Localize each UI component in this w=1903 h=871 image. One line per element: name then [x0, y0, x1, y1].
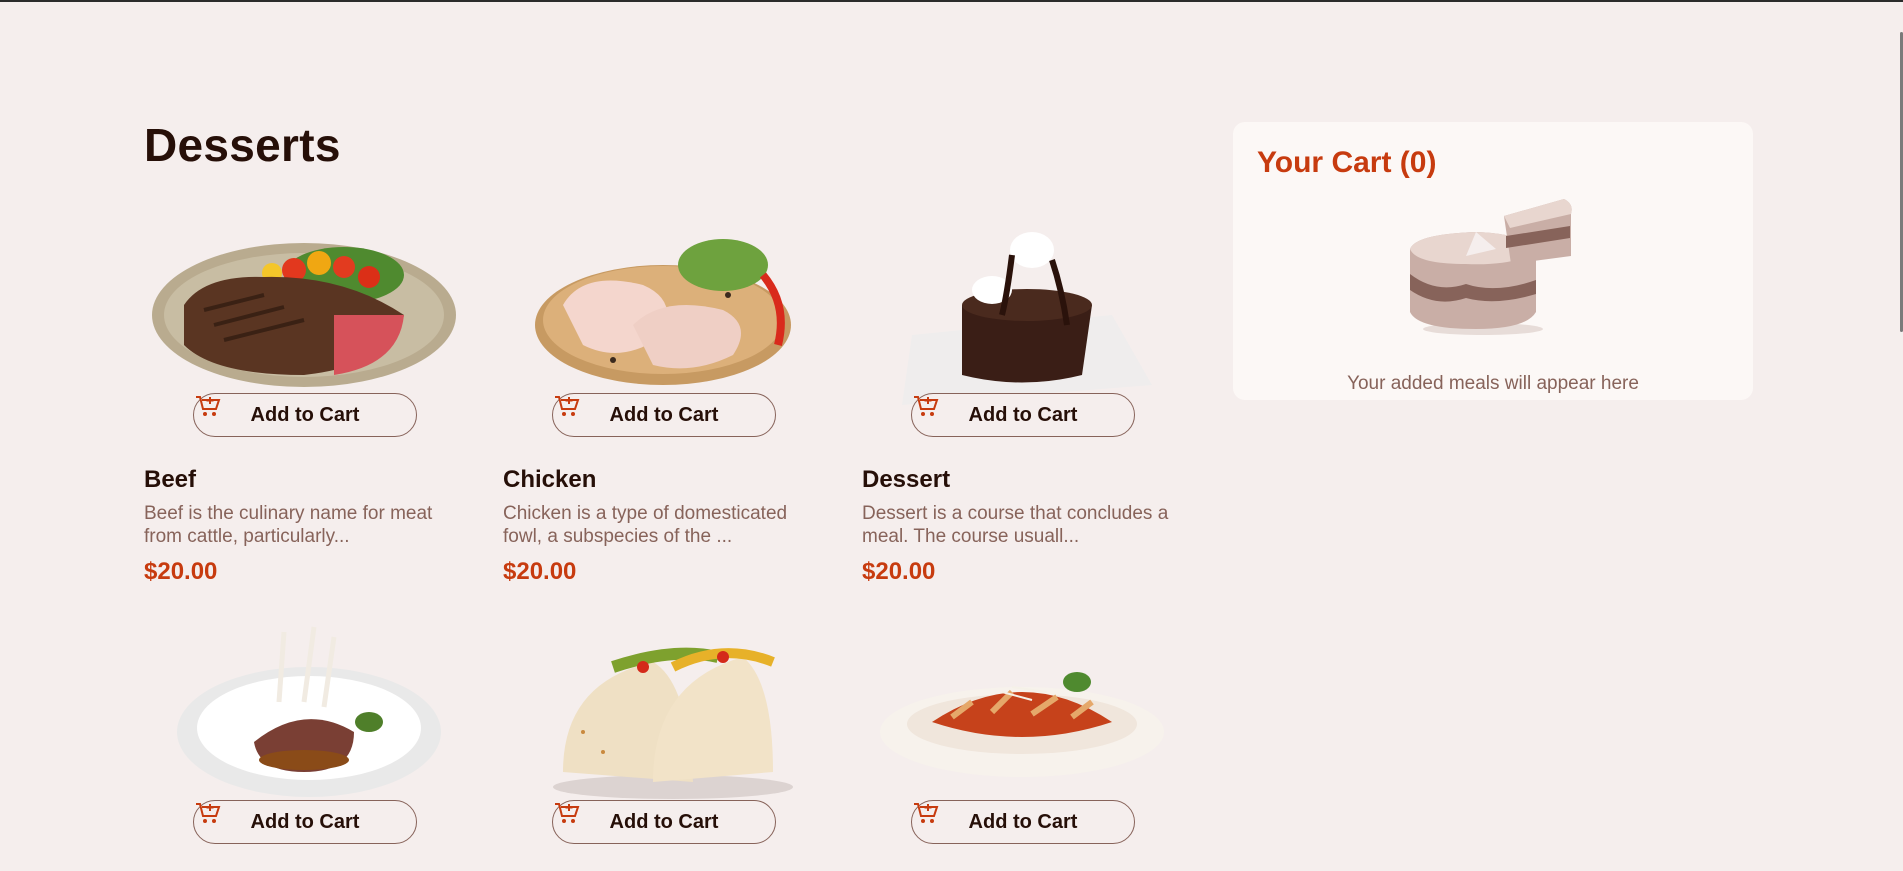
- meal-name: Beef: [144, 466, 197, 493]
- meal-price: $20.00: [144, 558, 218, 585]
- add-to-cart-button[interactable]: Add to Cart: [552, 800, 776, 844]
- meal-name: Chicken: [503, 466, 597, 493]
- meal-description: Dessert is a course that concludes a mea…: [862, 503, 1169, 547]
- meal-price: $20.00: [862, 558, 936, 585]
- window-top-border: [0, 0, 1903, 2]
- tacos-image: Add to Cart: [503, 622, 823, 846]
- meal-name: Dessert: [862, 466, 951, 493]
- add-to-cart-icon: [555, 803, 580, 823]
- meal-grid: Add to Cart Beef Beef is the culinary na…: [144, 215, 1182, 846]
- meal-card-lamb: Add to Cart: [144, 622, 464, 846]
- meal-description: Chicken is a type of domesticated fowl, …: [503, 503, 788, 547]
- add-to-cart-button[interactable]: Add to Cart: [193, 800, 417, 844]
- add-to-cart-button[interactable]: Add to Cart: [193, 393, 417, 437]
- meal-card-pasta: Add to Cart: [862, 622, 1182, 846]
- beef-image: Add to Cart: [144, 215, 464, 439]
- add-to-cart-icon: [196, 396, 221, 416]
- meal-description: Beef is the culinary name for meat from …: [144, 503, 433, 547]
- add-to-cart-button[interactable]: Add to Cart: [552, 393, 776, 437]
- add-to-cart-button[interactable]: Add to Cart: [911, 393, 1135, 437]
- cart-panel: Your Cart (0) Your added meals will appe…: [1233, 122, 1753, 400]
- chicken-image: Add to Cart: [503, 215, 823, 439]
- meal-price: $20.00: [503, 558, 577, 585]
- meal-card-dessert: Add to Cart Dessert Dessert is a course …: [862, 215, 1182, 586]
- empty-cart-cake-icon: [1410, 199, 1572, 335]
- add-to-cart-icon: [555, 396, 580, 416]
- add-to-cart-icon: [914, 803, 939, 823]
- meal-card-beef: Add to Cart Beef Beef is the culinary na…: [144, 215, 464, 586]
- add-to-cart-icon: [914, 396, 939, 416]
- cart-empty-message: Your added meals will appear here: [1347, 373, 1639, 394]
- dessert-image: Add to Cart: [862, 215, 1182, 439]
- cart-title: Your Cart (0): [1257, 146, 1437, 179]
- add-to-cart-button[interactable]: Add to Cart: [911, 800, 1135, 844]
- meal-card-tacos: Add to Cart: [503, 622, 823, 846]
- add-to-cart-icon: [196, 803, 221, 823]
- meal-card-chicken: Add to Cart Chicken Chicken is a type of…: [503, 215, 823, 586]
- lamb-chops-image: Add to Cart: [144, 622, 464, 846]
- penne-pasta-image: Add to Cart: [862, 622, 1182, 846]
- page-title: Desserts: [144, 119, 341, 171]
